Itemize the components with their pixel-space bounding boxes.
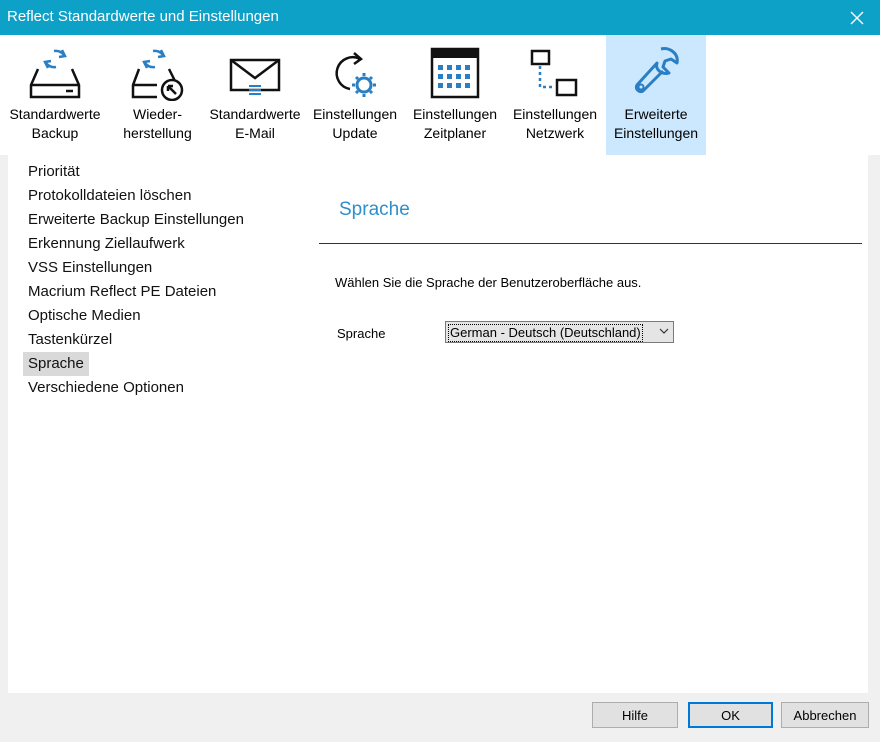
toolbar-label: Standardwerte E-Mail: [209, 106, 301, 141]
network-icon: [530, 49, 578, 97]
nav-item-optical-media[interactable]: Optische Medien: [23, 304, 146, 328]
update-gear-icon: [335, 52, 376, 97]
calendar-icon: [430, 47, 480, 99]
toolbar-advanced-settings[interactable]: Erweiterte Einstellungen: [606, 35, 706, 155]
title-bar: Reflect Standardwerte und Einstellungen: [0, 0, 880, 35]
nav-item-language[interactable]: Sprache: [23, 352, 89, 376]
section-divider: [319, 243, 862, 244]
toolbar-label: Erweiterte Einstellungen: [613, 106, 699, 141]
toolbar-restore[interactable]: Wieder-herstellung: [110, 35, 205, 155]
nav-item-priority[interactable]: Priorität: [23, 160, 85, 184]
nav-item-misc-options[interactable]: Verschiedene Optionen: [23, 376, 189, 400]
nav-item-target-detection[interactable]: Erkennung Ziellaufwerk: [23, 232, 190, 256]
language-select[interactable]: German - Deutsch (Deutschland): [445, 321, 674, 343]
toolbar-label: Einstellungen Update: [312, 106, 398, 141]
cancel-button[interactable]: Abbrechen: [781, 702, 869, 728]
nav-item-vss[interactable]: VSS Einstellungen: [23, 256, 157, 280]
nav-item-shortcuts[interactable]: Tastenkürzel: [23, 328, 117, 352]
nav-item-advanced-backup[interactable]: Erweiterte Backup Einstellungen: [23, 208, 249, 232]
toolbar-label: Wieder-herstellung: [123, 106, 192, 141]
toolbar-update-settings[interactable]: Einstellungen Update: [305, 35, 405, 155]
help-button[interactable]: Hilfe: [592, 702, 678, 728]
toolbar-label: Einstellungen Netzwerk: [512, 106, 598, 141]
toolbar-backup-defaults[interactable]: Standardwerte Backup: [0, 35, 110, 155]
content-area: Priorität Protokolldateien löschen Erwei…: [8, 155, 868, 693]
toolbar-network-settings[interactable]: Einstellungen Netzwerk: [505, 35, 605, 155]
envelope-icon: [229, 58, 281, 95]
settings-nav-pane: Priorität Protokolldateien löschen Erwei…: [8, 155, 316, 693]
section-title: Sprache: [339, 199, 410, 220]
settings-toolbar: Standardwerte Backup Wieder-herstellung S…: [0, 35, 880, 155]
drive-restore-icon: [131, 49, 183, 101]
settings-detail-pane: Sprache Wählen Sie die Sprache der Benut…: [319, 155, 868, 693]
nav-item-delete-logs[interactable]: Protokolldateien löschen: [23, 184, 196, 208]
language-label: Sprache: [337, 326, 386, 341]
close-button[interactable]: [834, 0, 880, 35]
nav-item-pe-files[interactable]: Macrium Reflect PE Dateien: [23, 280, 221, 304]
toolbar-label: Einstellungen Zeitplaner: [412, 106, 498, 141]
window-title: Reflect Standardwerte und Einstellungen: [7, 8, 279, 25]
toolbar-email-defaults[interactable]: Standardwerte E-Mail: [205, 35, 305, 155]
settings-nav-list: Priorität Protokolldateien löschen Erwei…: [8, 155, 316, 400]
wrench-icon: [635, 47, 679, 93]
language-select-value: German - Deutsch (Deutschland): [448, 324, 643, 342]
drive-backup-icon: [29, 49, 81, 99]
toolbar-scheduler-settings[interactable]: Einstellungen Zeitplaner: [405, 35, 505, 155]
toolbar-label: Standardwerte Backup: [9, 106, 101, 141]
chevron-down-icon: [659, 328, 669, 334]
section-description: Wählen Sie die Sprache der Benutzeroberf…: [335, 275, 642, 290]
ok-button[interactable]: OK: [688, 702, 773, 728]
close-icon: [850, 11, 864, 24]
